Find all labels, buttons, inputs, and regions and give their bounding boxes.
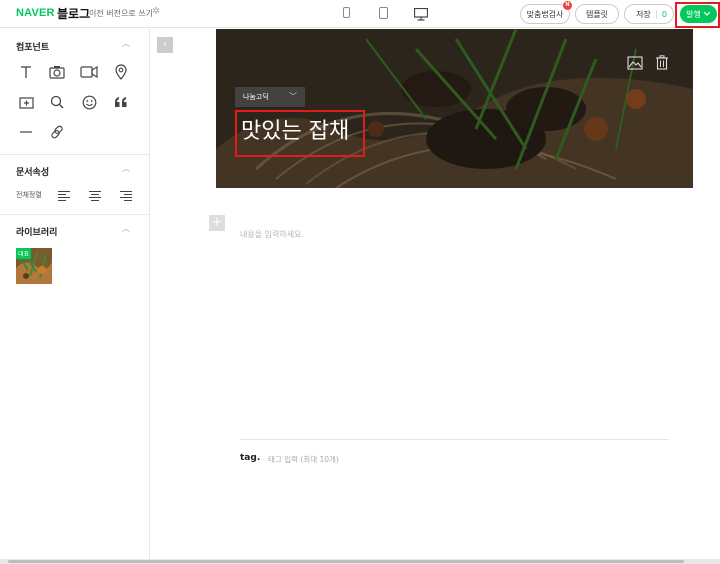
emoji-icon[interactable] (80, 93, 98, 111)
align-right-icon[interactable] (120, 187, 132, 201)
library-collapse-icon[interactable]: ︿ (122, 223, 130, 234)
tag-label: tag. (240, 453, 261, 463)
settings-gear-icon[interactable]: ✲ (152, 7, 162, 17)
title-highlight-box (235, 110, 365, 157)
divider-icon[interactable] (17, 123, 35, 141)
align-left-icon[interactable] (58, 187, 70, 201)
font-select-value: 나눔고딕 (243, 93, 269, 101)
components-collapse-icon[interactable]: ︿ (122, 38, 130, 49)
search-icon[interactable] (48, 93, 66, 111)
tag-input[interactable]: 태그 입력 (최대 10개) (268, 454, 339, 465)
chevron-down-icon: ﹀ (289, 92, 297, 101)
library-title: 라이브러리 (16, 228, 58, 238)
representative-badge: 대표 (16, 248, 32, 259)
new-badge: N (563, 1, 572, 10)
previous-version-link[interactable]: 이전 버전으로 쓰기 (89, 8, 153, 19)
publish-highlight-box (675, 2, 720, 28)
location-pin-icon[interactable] (112, 63, 130, 81)
sidebar: 컴포넌트 ︿ 문서속성 ︿ 전체정렬 라이브러리 ︿ 대표 (0, 29, 150, 560)
horizontal-scrollbar[interactable] (0, 559, 720, 564)
text-icon[interactable] (17, 63, 35, 81)
save-label: 저장 (636, 9, 651, 19)
pc-preview-icon[interactable] (413, 6, 429, 25)
scrollbar-thumb[interactable] (8, 560, 684, 563)
align-all-label: 전체정렬 (16, 191, 42, 199)
template-label: 템플릿 (585, 9, 609, 19)
top-bar: NAVER 블로그 이전 버전으로 쓰기 ✲ 맞춤법검사 N 템플릿 저장 0 … (0, 0, 720, 28)
collapse-sidebar-button[interactable]: ‹ (157, 37, 173, 53)
naver-logo[interactable]: NAVER (16, 7, 55, 19)
library-thumbnail[interactable]: 대표 (16, 248, 52, 284)
link-icon[interactable] (48, 123, 66, 141)
blog-logo[interactable]: 블로그 (57, 5, 90, 22)
save-count[interactable]: 0 (662, 10, 667, 19)
document-properties-collapse-icon[interactable]: ︿ (122, 163, 130, 174)
spell-check-label: 맞춤법검사 (526, 9, 564, 19)
components-title: 컴포넌트 (16, 43, 50, 53)
template-button[interactable]: 템플릿 (575, 4, 619, 24)
save-button[interactable]: 저장 0 (624, 4, 674, 24)
align-center-icon[interactable] (89, 187, 101, 201)
camera-icon[interactable] (48, 63, 66, 81)
section-divider (0, 154, 149, 155)
image-add-icon[interactable] (17, 93, 35, 111)
tablet-preview-icon[interactable] (379, 7, 388, 19)
save-divider (656, 10, 657, 19)
body-input[interactable]: 내용을 입력하세요. (240, 229, 304, 240)
cover-image[interactable] (216, 29, 693, 188)
mobile-preview-icon[interactable] (343, 7, 350, 18)
tag-divider (240, 439, 669, 440)
document-properties-title: 문서속성 (16, 168, 50, 178)
font-select[interactable]: 나눔고딕 ﹀ (235, 87, 305, 107)
add-component-button[interactable]: + (209, 215, 225, 231)
section-divider (0, 214, 149, 215)
quote-icon[interactable] (112, 93, 130, 111)
video-icon[interactable] (80, 63, 98, 81)
